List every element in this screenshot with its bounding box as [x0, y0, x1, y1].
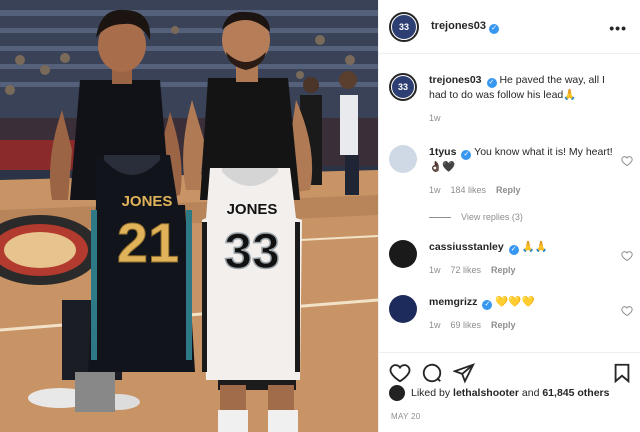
liked-by-user[interactable]: lethalshooter: [453, 387, 519, 399]
comment-icon[interactable]: [421, 362, 443, 384]
liked-by-avatar[interactable]: [389, 385, 405, 401]
reply-button[interactable]: Reply: [491, 263, 516, 278]
author-username-row: trejones03 ✓: [431, 20, 500, 34]
comment-avatar[interactable]: [389, 240, 417, 268]
verified-badge-icon: ✓: [489, 23, 500, 34]
comment-like-heart-icon[interactable]: [621, 305, 633, 317]
caption-time[interactable]: 1w: [429, 111, 441, 126]
bookmark-icon[interactable]: [611, 362, 633, 384]
post-date[interactable]: MAY 20: [391, 412, 421, 421]
jersey-21-number: 21: [117, 211, 179, 274]
comment-like-heart-icon[interactable]: [621, 250, 633, 262]
caption-emoji: 🙏: [563, 89, 577, 101]
view-replies-line: [429, 217, 451, 218]
view-replies-label: View replies (3): [461, 212, 523, 222]
comment-emoji: 💛💛💛: [495, 296, 535, 308]
comment-item: memgrizz ✓ 💛💛💛 1w 69 likes Reply: [389, 295, 633, 345]
comment-time[interactable]: 1w: [429, 183, 441, 198]
jersey-33-number: 33: [224, 223, 280, 279]
post-photo: JONES 21 JONES 33: [0, 0, 378, 432]
comment-time[interactable]: 1w: [429, 318, 441, 333]
post-header: 33 trejones03 ✓ •••: [379, 0, 640, 54]
caption: 33 trejones03 ✓ He paved the way, all I h…: [389, 73, 633, 126]
comment-username[interactable]: cassiusstanley: [429, 241, 504, 253]
author-avatar[interactable]: 33: [389, 11, 419, 42]
author-avatar-number: 33: [392, 14, 416, 39]
jersey-21-name: JONES: [122, 193, 173, 210]
comment-meta: 1w 69 likes Reply: [429, 318, 619, 333]
comment-body: memgrizz ✓ 💛💛💛 1w 69 likes Reply: [429, 295, 619, 345]
author-username[interactable]: trejones03: [431, 20, 486, 32]
jersey-33-name: JONES: [227, 201, 278, 218]
liked-by-count[interactable]: 61,845 others: [542, 387, 609, 399]
comment-body: cassiusstanley ✓ 🙏🙏 1w 72 likes Reply: [429, 240, 619, 290]
comment-likes[interactable]: 72 likes: [451, 263, 482, 278]
caption-meta: 1w: [429, 111, 619, 126]
comment-avatar[interactable]: [389, 145, 417, 173]
comment-username[interactable]: 1tyus: [429, 146, 456, 158]
verified-badge-icon: ✓: [486, 78, 497, 88]
comment-text: You know what it is! My heart!: [474, 146, 613, 158]
comment-emoji: 👌🏿🖤: [429, 161, 456, 173]
caption-avatar-number: 33: [392, 76, 414, 98]
heart-icon[interactable]: [389, 362, 411, 384]
send-icon[interactable]: [453, 362, 475, 384]
post-side-panel: 33 trejones03 ✓ ••• 33 trejones03 ✓ He pav…: [378, 0, 640, 432]
comment-meta: 1w 72 likes Reply: [429, 263, 619, 278]
reply-button[interactable]: Reply: [496, 183, 521, 198]
comment-like-heart-icon[interactable]: [621, 155, 633, 167]
liked-by-prefix: Liked by: [411, 387, 451, 399]
comment-body: 1tyus ✓ You know what it is! My heart! 👌🏿🖤…: [429, 145, 619, 225]
comment-item: 1tyus ✓ You know what it is! My heart! 👌🏿🖤…: [389, 145, 633, 225]
caption-username[interactable]: trejones03: [429, 74, 482, 86]
view-replies-button[interactable]: View replies (3): [429, 210, 619, 225]
comment-likes[interactable]: 184 likes: [451, 183, 487, 198]
caption-avatar[interactable]: 33: [389, 73, 417, 101]
comment-meta: 1w 184 likes Reply: [429, 183, 619, 198]
comments-list[interactable]: 33 trejones03 ✓ He paved the way, all I h…: [379, 55, 640, 352]
liked-by-row: Liked by lethalshooter and 61,845 others: [389, 385, 609, 401]
comment-avatar[interactable]: [389, 295, 417, 323]
more-horizontal-icon[interactable]: •••: [609, 20, 627, 36]
verified-badge-icon: ✓: [482, 300, 493, 310]
comment-username[interactable]: memgrizz: [429, 296, 477, 308]
comment-item: cassiusstanley ✓ 🙏🙏 1w 72 likes Reply: [389, 240, 633, 290]
comment-emoji: 🙏🙏: [521, 241, 548, 253]
reply-button[interactable]: Reply: [491, 318, 516, 333]
verified-badge-icon: ✓: [508, 245, 519, 255]
liked-by-middle: and: [521, 387, 540, 399]
comment-likes[interactable]: 69 likes: [451, 318, 482, 333]
comment-time[interactable]: 1w: [429, 263, 441, 278]
caption-body: trejones03 ✓ He paved the way, all I had …: [429, 73, 619, 126]
verified-badge-icon: ✓: [461, 150, 472, 160]
